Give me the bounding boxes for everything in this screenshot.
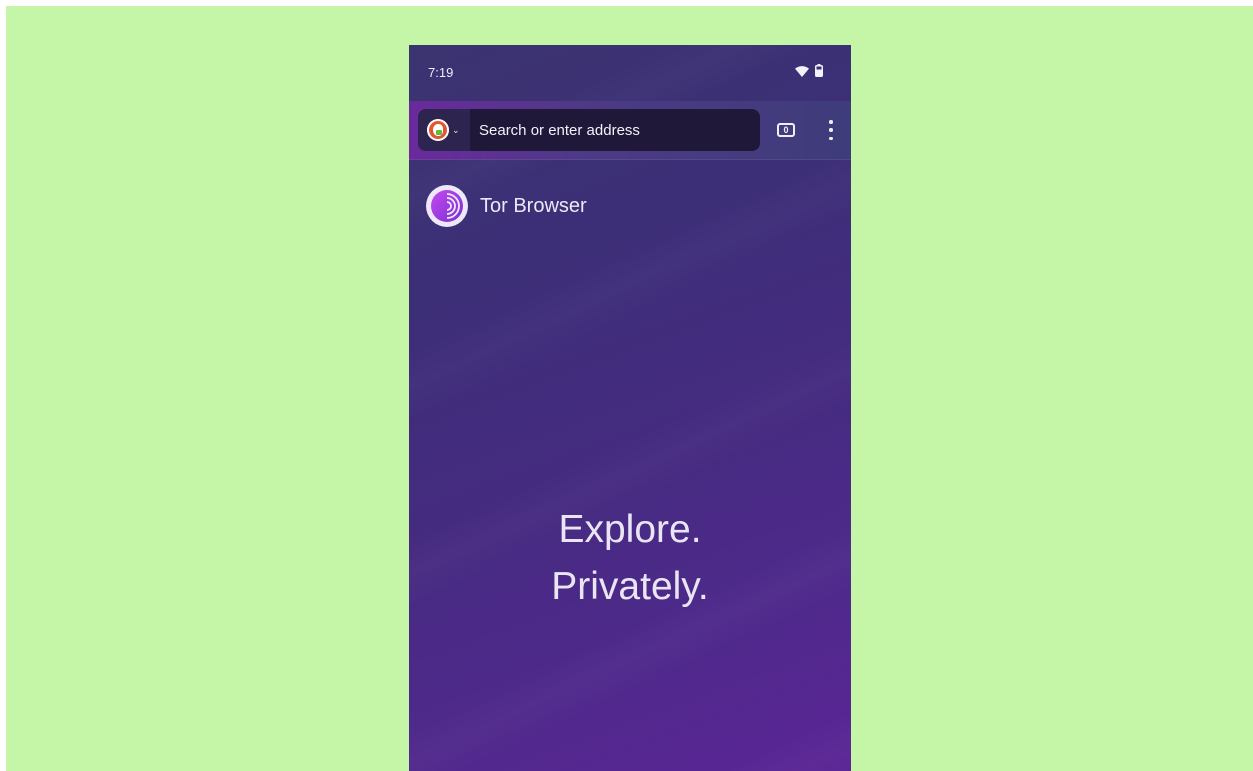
status-bar: 7:19 xyxy=(409,45,851,101)
status-time: 7:19 xyxy=(428,65,454,80)
address-placeholder[interactable]: Search or enter address xyxy=(479,122,640,139)
status-icons xyxy=(795,64,823,82)
browser-toolbar: ⌄ Search or enter address 0 xyxy=(409,101,851,160)
address-bar[interactable]: ⌄ Search or enter address xyxy=(418,109,760,151)
tagline: Explore. Privately. xyxy=(409,501,851,615)
brand-name: Tor Browser xyxy=(480,194,587,217)
duckduckgo-icon xyxy=(427,119,449,141)
tagline-line-1: Explore. xyxy=(558,508,702,551)
tor-onion-icon xyxy=(426,185,468,227)
tab-count: 0 xyxy=(777,123,795,137)
tabs-button[interactable]: 0 xyxy=(775,119,797,141)
chevron-down-icon: ⌄ xyxy=(452,124,460,135)
search-engine-selector[interactable]: ⌄ xyxy=(418,109,470,151)
tagline-line-2: Privately. xyxy=(551,565,709,608)
phone-screen: 7:19 ⌄ Search or enter address 0 Tor Bro… xyxy=(409,45,851,771)
wifi-icon xyxy=(795,64,809,82)
brand-header: Tor Browser xyxy=(426,185,587,227)
more-vert-icon[interactable] xyxy=(821,118,841,142)
battery-icon xyxy=(815,64,823,82)
